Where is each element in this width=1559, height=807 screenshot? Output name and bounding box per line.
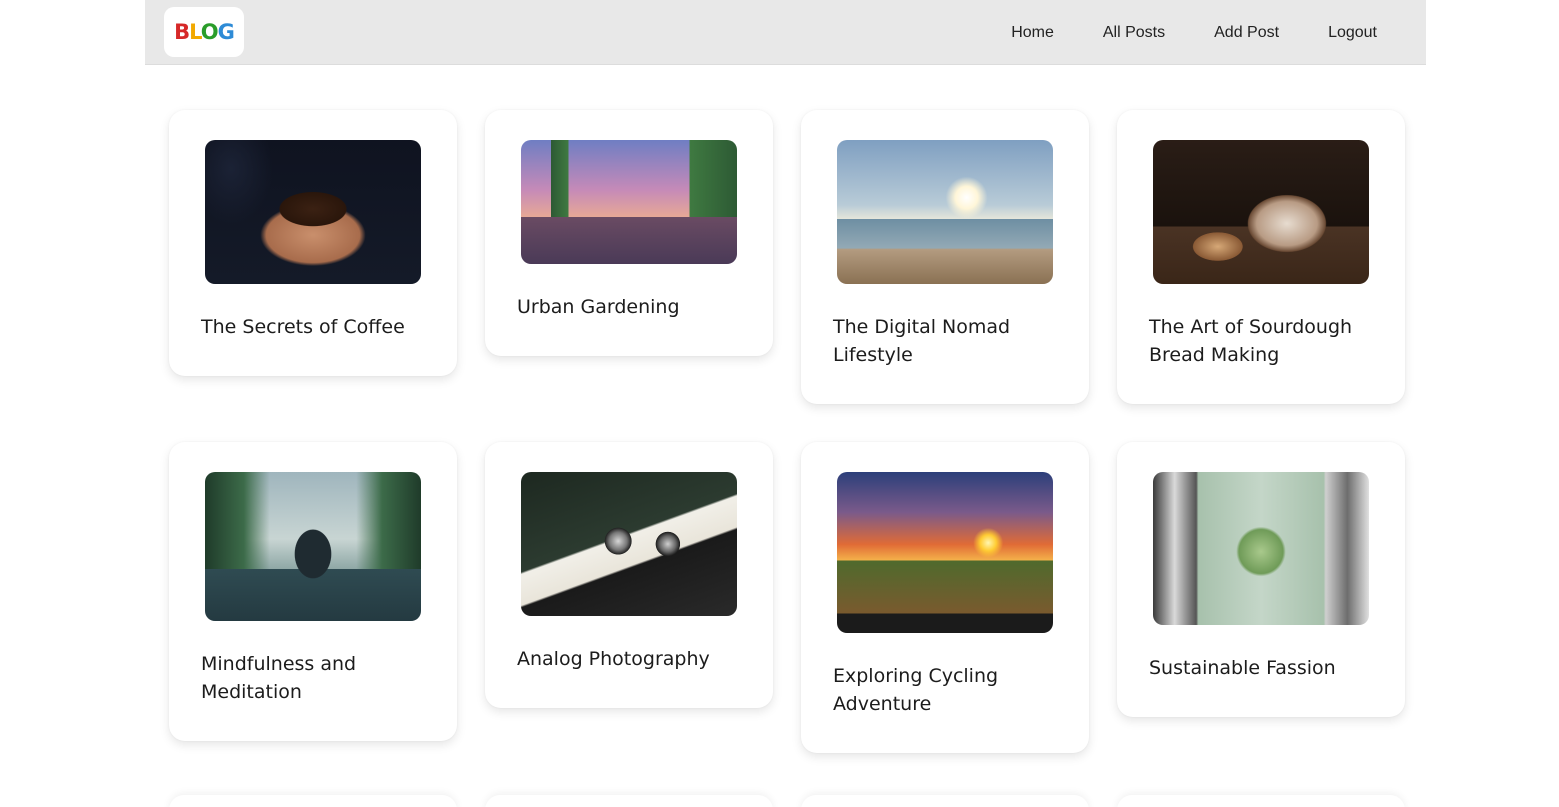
- nav-add-post-link[interactable]: Add Post: [1214, 24, 1279, 42]
- post-image-sourdough: [1153, 140, 1369, 284]
- nav-links: Home All Posts Add Post Logout: [1011, 0, 1426, 65]
- post-card[interactable]: The Secrets of Coffee: [169, 110, 457, 376]
- nav-home-link[interactable]: Home: [1011, 24, 1054, 42]
- post-title: Urban Gardening: [517, 296, 680, 318]
- post-card[interactable]: The Art of Sourdough Bread Making: [1117, 110, 1405, 404]
- post-card-peek: [801, 795, 1089, 807]
- post-card[interactable]: Mindfulness and Meditation: [169, 442, 457, 741]
- post-image-cycling: [837, 472, 1053, 633]
- logo-text: BLOG: [174, 19, 235, 44]
- post-card[interactable]: Urban Gardening: [485, 110, 773, 356]
- post-title: Analog Photography: [517, 648, 710, 670]
- post-image-digital-nomad: [837, 140, 1053, 284]
- post-title: The Digital Nomad Lifestyle: [833, 316, 1011, 366]
- post-title: Exploring Cycling Adventure: [833, 665, 999, 715]
- nav-all-posts-link[interactable]: All Posts: [1103, 24, 1165, 42]
- post-image-sustainable-fashion: [1153, 472, 1369, 625]
- page: BLOG Home All Posts Add Post Logout The …: [0, 0, 1559, 807]
- post-title: Sustainable Fassion: [1149, 657, 1336, 679]
- nav-logout-link[interactable]: Logout: [1328, 24, 1377, 42]
- post-image-meditation: [205, 472, 421, 621]
- post-card-peek: [169, 795, 457, 807]
- post-card-peek: [485, 795, 773, 807]
- post-title: The Secrets of Coffee: [201, 316, 405, 338]
- post-image-urban-gardening: [521, 140, 737, 264]
- post-card[interactable]: Analog Photography: [485, 442, 773, 708]
- navbar: BLOG Home All Posts Add Post Logout: [145, 0, 1426, 65]
- post-card-peek: [1117, 795, 1405, 807]
- post-card[interactable]: Exploring Cycling Adventure: [801, 442, 1089, 753]
- post-title: Mindfulness and Meditation: [201, 653, 357, 703]
- post-card[interactable]: The Digital Nomad Lifestyle: [801, 110, 1089, 404]
- post-image-analog-photography: [521, 472, 737, 616]
- blog-logo[interactable]: BLOG: [164, 7, 244, 57]
- post-card[interactable]: Sustainable Fassion: [1117, 442, 1405, 717]
- post-image-coffee: [205, 140, 421, 284]
- post-title: The Art of Sourdough Bread Making: [1149, 316, 1353, 366]
